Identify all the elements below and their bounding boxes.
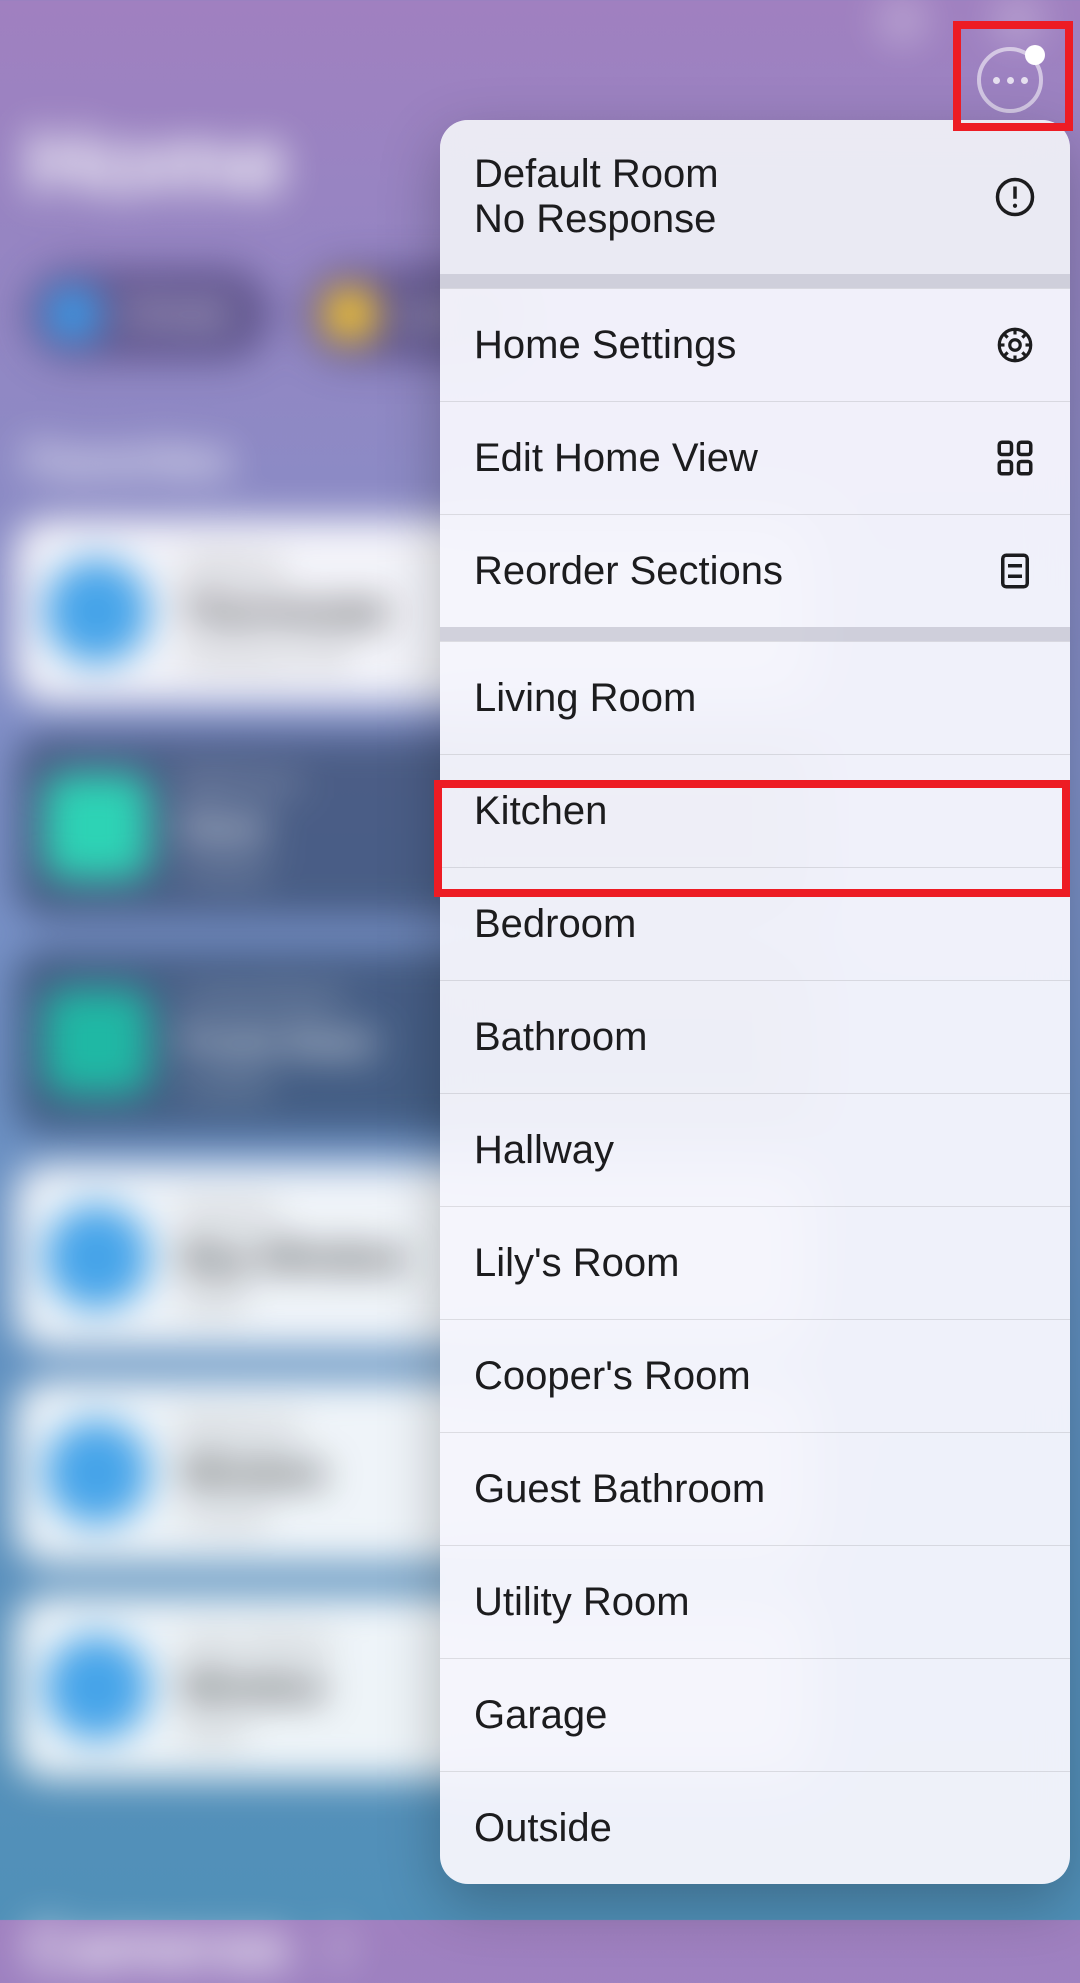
menu-room-coopers-room[interactable]: Cooper's Room xyxy=(440,1319,1070,1432)
menu-header-default-room[interactable]: Default Room No Response xyxy=(440,120,1070,274)
menu-room-kitchen[interactable]: Kitchen xyxy=(440,754,1070,867)
menu-item-label: Bedroom xyxy=(474,902,636,947)
menu-room-lilys-room[interactable]: Lily's Room xyxy=(440,1206,1070,1319)
menu-item-label: Home Settings xyxy=(474,323,736,368)
menu-item-label: Hallway xyxy=(474,1128,614,1173)
menu-room-garage[interactable]: Garage xyxy=(440,1658,1070,1771)
grid-icon xyxy=(994,437,1036,479)
menu-room-outside[interactable]: Outside xyxy=(440,1771,1070,1884)
menu-item-label: Garage xyxy=(474,1693,607,1738)
menu-header-title: Default Room xyxy=(474,152,719,197)
menu-item-label: Reorder Sections xyxy=(474,549,783,594)
menu-item-label: Living Room xyxy=(474,676,696,721)
menu-room-bedroom[interactable]: Bedroom xyxy=(440,867,1070,980)
menu-item-edit-home-view[interactable]: Edit Home View xyxy=(440,401,1070,514)
menu-room-living-room[interactable]: Living Room xyxy=(440,641,1070,754)
menu-header-status: No Response xyxy=(474,197,719,242)
gear-icon xyxy=(994,324,1036,366)
menu-item-label: Outside xyxy=(474,1806,612,1851)
list-icon xyxy=(994,550,1036,592)
menu-item-label: Kitchen xyxy=(474,789,607,834)
cameras-heading: Cameras xyxy=(25,1910,342,1982)
menu-item-label: Cooper's Room xyxy=(474,1354,751,1399)
menu-item-label: Utility Room xyxy=(474,1580,690,1625)
menu-item-reorder-sections[interactable]: Reorder Sections xyxy=(440,514,1070,627)
more-button[interactable] xyxy=(960,30,1060,130)
favorites-heading: Favorites xyxy=(25,435,230,488)
menu-room-guest-bathroom[interactable]: Guest Bathroom xyxy=(440,1432,1070,1545)
page-title: Home xyxy=(25,110,288,218)
alert-icon xyxy=(994,176,1036,218)
menu-item-label: Lily's Room xyxy=(474,1241,679,1286)
menu-room-bathroom[interactable]: Bathroom xyxy=(440,980,1070,1093)
more-icon xyxy=(977,47,1043,113)
menu-item-label: Bathroom xyxy=(474,1015,647,1060)
menu-item-home-settings[interactable]: Home Settings xyxy=(440,288,1070,401)
menu-item-label: Guest Bathroom xyxy=(474,1467,765,1512)
menu-item-label: Edit Home View xyxy=(474,436,758,481)
menu-room-hallway[interactable]: Hallway xyxy=(440,1093,1070,1206)
menu-room-utility-room[interactable]: Utility Room xyxy=(440,1545,1070,1658)
context-menu: Default Room No Response Home Settings E… xyxy=(440,120,1070,1884)
